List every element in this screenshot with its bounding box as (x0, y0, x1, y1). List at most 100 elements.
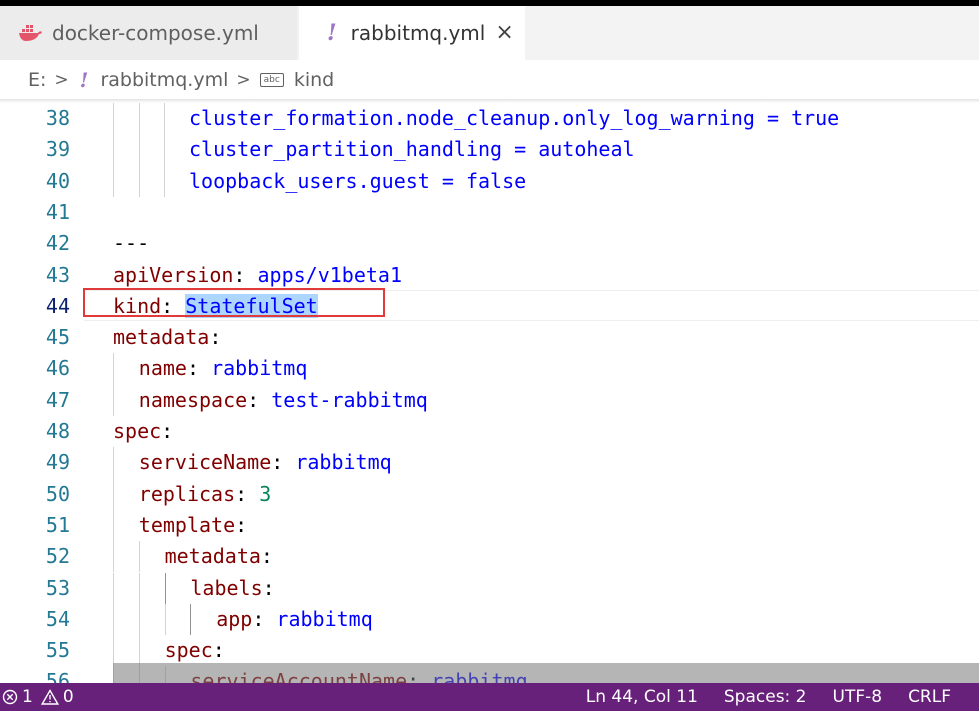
code-text: spec: (113, 416, 173, 447)
yaml-separator: : (161, 419, 174, 443)
code-line[interactable]: 49 serviceName: rabbitmq (0, 447, 979, 478)
yaml-separator: : (233, 262, 258, 287)
line-number: 41 (45, 199, 70, 224)
code-line[interactable]: 38 cluster_formation.node_cleanup.only_lo… (0, 103, 979, 134)
code-line[interactable]: 40 loopback_users.guest = false (0, 166, 979, 197)
code-text: name: rabbitmq (139, 353, 308, 384)
yaml-separator: : (271, 450, 296, 475)
yaml-separator: = (502, 137, 539, 162)
chevron-right-icon: > (236, 70, 251, 90)
line-number: 46 (45, 356, 70, 381)
yaml-key: cluster_partition_handling (189, 137, 503, 162)
indent-guide (113, 603, 114, 636)
indent-guide (138, 541, 140, 573)
yaml-separator: : (260, 544, 273, 569)
indent-guide (138, 603, 140, 636)
yaml-key: loopback_users.guest (189, 168, 430, 193)
line-number: 55 (45, 638, 70, 663)
code-text: apiVersion: apps/v1beta1 (113, 260, 402, 291)
encoding[interactable]: UTF-8 (833, 687, 883, 707)
yaml-value: true (791, 106, 840, 130)
indent-guide (139, 165, 140, 197)
code-text: app: rabbitmq (216, 604, 373, 635)
code-line[interactable]: 54 app: rabbitmq (0, 604, 979, 635)
code-editor[interactable]: 38 cluster_formation.node_cleanup.only_lo… (0, 103, 979, 683)
yaml-separator: : (212, 638, 225, 663)
indent-guide (113, 384, 114, 416)
editor-window: docker-compose.yml ! rabbitmq.yml × E: >… (0, 0, 979, 711)
indent-guide (113, 509, 114, 542)
yaml-key: spec (113, 419, 162, 443)
yaml-key: template (138, 512, 236, 537)
indent-guide (190, 603, 192, 636)
close-icon[interactable]: × (495, 22, 513, 44)
yaml-value: rabbitmq (276, 606, 373, 631)
line-number: 51 (45, 512, 70, 537)
yaml-key: name (138, 356, 187, 381)
code-line[interactable]: 42 --- (0, 228, 979, 259)
line-endings[interactable]: CRLF (908, 687, 951, 707)
code-text: spec: (165, 635, 225, 666)
status-bar: 1 0 Ln 44, Col 11 Spaces: 2 UTF-8 CRLF (0, 683, 979, 711)
code-line[interactable]: 50 replicas: 3 (0, 479, 979, 510)
yaml-separator: : (252, 606, 277, 631)
indentation[interactable]: Spaces: 2 (724, 687, 807, 707)
line-number: 52 (45, 544, 70, 569)
code-line[interactable]: 48 spec: (0, 416, 979, 447)
error-icon (2, 689, 18, 705)
yaml-key: cluster_formation.node_cleanup.only_log_… (189, 106, 755, 130)
indent-guide (113, 447, 114, 479)
code-line[interactable]: 46 name: rabbitmq (0, 353, 979, 384)
code-text: metadata: (113, 322, 221, 353)
cursor-position[interactable]: Ln 44, Col 11 (586, 687, 698, 707)
code-line[interactable]: 53 labels: (0, 573, 979, 604)
indent-guide (113, 353, 114, 385)
code-text: labels: (190, 573, 274, 604)
code-line[interactable]: 45 metadata: (0, 322, 979, 353)
problems-indicator[interactable]: 1 0 (0, 683, 74, 711)
code-line[interactable]: 47 namespace: test-rabbitmq (0, 385, 979, 416)
code-line[interactable]: 41 (0, 197, 979, 228)
code-line[interactable]: 43 apiVersion: apps/v1beta1 (0, 260, 979, 291)
code-text: replicas: 3 (139, 479, 271, 510)
tab-rabbitmq[interactable]: ! rabbitmq.yml × (299, 6, 525, 60)
indent-guide (113, 541, 114, 573)
line-number: 39 (45, 137, 70, 162)
breadcrumb-symbol[interactable]: kind (294, 69, 334, 91)
indent-guide (113, 134, 114, 166)
yaml-key: metadata (164, 544, 261, 569)
line-number: 40 (45, 168, 70, 193)
code-line[interactable]: 39 cluster_partition_handling = autoheal (0, 134, 979, 165)
indent-guide (138, 572, 140, 604)
indent-guide (164, 134, 165, 166)
yaml-key: replicas (138, 481, 236, 506)
breadcrumb-file[interactable]: rabbitmq.yml (100, 69, 228, 91)
code-line[interactable]: 52 metadata: (0, 541, 979, 572)
yaml-separator: = (754, 106, 792, 130)
yaml-value: 3 (259, 481, 272, 506)
code-text: template: (139, 510, 247, 541)
yaml-separator: : (235, 512, 248, 537)
indent-guide (164, 572, 166, 604)
yaml-value: rabbitmq (295, 450, 392, 475)
indent-guide (164, 103, 165, 135)
indent-guide (113, 165, 114, 197)
breadcrumb: E: > ! rabbitmq.yml > abc kind (0, 60, 979, 100)
yaml-key: serviceName (138, 450, 272, 475)
tab-docker-compose[interactable]: docker-compose.yml (0, 6, 297, 60)
line-number: 45 (45, 325, 70, 350)
indent-guide (139, 103, 140, 135)
code-line[interactable]: 51 template: (0, 510, 979, 541)
code-line[interactable]: 55 spec: (0, 635, 979, 666)
indent-guide (113, 635, 114, 667)
yaml-separator: : (209, 325, 222, 350)
error-count: 1 (22, 687, 33, 707)
tab-bar: docker-compose.yml ! rabbitmq.yml × (0, 6, 979, 60)
breadcrumb-drive[interactable]: E: (28, 69, 46, 91)
yaml-value: rabbitmq (211, 356, 308, 381)
yaml-key: apiVersion (113, 262, 234, 287)
docker-icon (19, 25, 42, 41)
scroll-overlay (113, 663, 979, 683)
yaml-value: false (465, 168, 527, 193)
chevron-right-icon: > (54, 70, 69, 90)
